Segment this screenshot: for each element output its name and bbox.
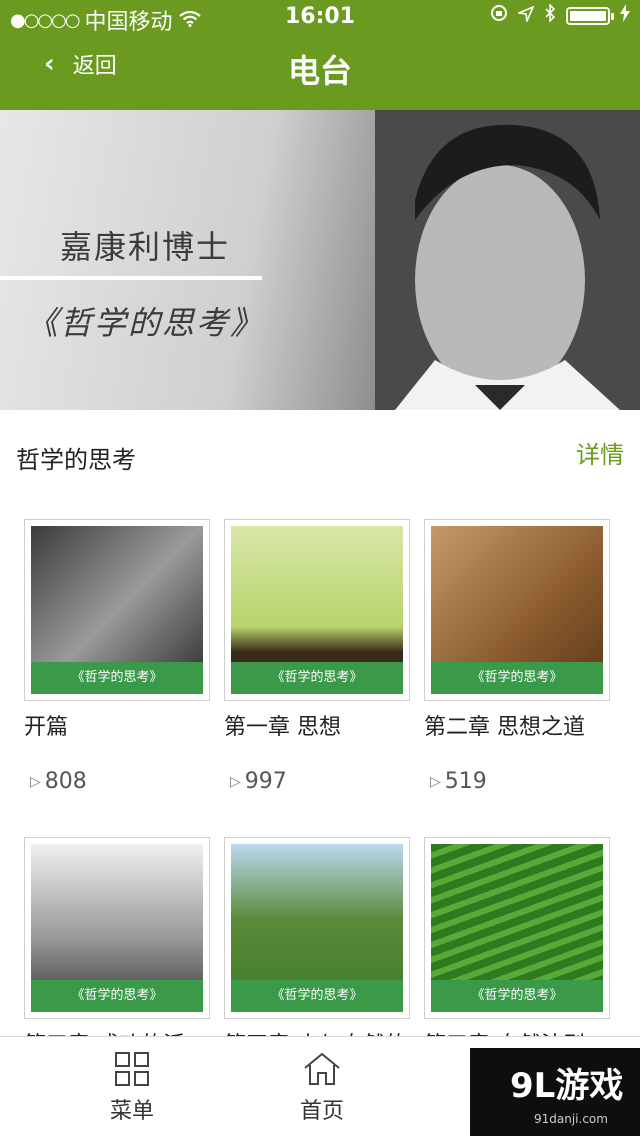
episode-card[interactable]: 《哲学的思考》 第一章 思想 ▷ 997	[224, 519, 410, 794]
nav-bar: ‹ 返回 电台	[0, 34, 640, 110]
section-title: 哲学的思考	[16, 446, 136, 474]
portrait-image	[375, 110, 640, 410]
episode-tag: 《哲学的思考》	[431, 980, 603, 1012]
grid-icon	[72, 1049, 192, 1089]
episode-thumbnail: 《哲学的思考》	[224, 837, 410, 1019]
episode-tag: 《哲学的思考》	[31, 980, 203, 1012]
episode-thumbnail: 《哲学的思考》	[24, 519, 210, 701]
episode-title: 第一章 思想	[224, 715, 341, 740]
episode-card[interactable]: 《哲学的思考》 第二章 思想之道 ▷ 519	[424, 519, 610, 794]
banner[interactable]: 嘉康利博士 《哲学的思考》	[0, 110, 640, 410]
banner-book-title: 《哲学的思考》	[26, 304, 265, 342]
tab-home-label: 首页	[299, 1099, 344, 1124]
episode-title: 开篇	[24, 715, 69, 740]
episode-tag: 《哲学的思考》	[31, 662, 203, 694]
play-icon: ▷	[30, 773, 41, 790]
tab-menu-label: 菜单	[109, 1099, 154, 1124]
watermark: 9L游戏 91danji.com	[470, 1048, 640, 1136]
episode-thumbnail: 《哲学的思考》	[24, 837, 210, 1019]
episode-tag: 《哲学的思考》	[231, 980, 403, 1012]
banner-divider	[0, 276, 262, 280]
status-right	[490, 3, 630, 28]
watermark-logo: 9L游戏	[510, 1066, 624, 1106]
location-icon	[516, 3, 535, 28]
play-count-value: 519	[444, 769, 487, 794]
play-count: ▷ 997	[230, 769, 287, 794]
home-icon	[262, 1049, 382, 1089]
episode-card[interactable]: 《哲学的思考》 开篇 ▷ 808	[24, 519, 210, 794]
episode-title: 第二章 思想之道	[424, 715, 585, 740]
page-title: 电台	[287, 52, 352, 90]
play-count: ▷ 808	[30, 769, 87, 794]
play-count: ▷ 519	[430, 769, 487, 794]
episode-tag: 《哲学的思考》	[231, 662, 403, 694]
episode-thumbnail: 《哲学的思考》	[224, 519, 410, 701]
episode-thumbnail: 《哲学的思考》	[424, 837, 610, 1019]
battery-icon	[566, 6, 614, 25]
play-icon: ▷	[230, 773, 241, 790]
play-count-value: 997	[244, 769, 287, 794]
episode-card[interactable]: 《哲学的思考》 第五章 自然法则	[424, 837, 610, 1059]
banner-author: 嘉康利博士	[60, 228, 231, 266]
tab-home[interactable]: 首页	[262, 1049, 382, 1125]
rotation-lock-icon	[490, 3, 508, 28]
play-icon: ▷	[430, 773, 441, 790]
header-bar: ●○○○○ 中国移动 16:01 ‹ 返回 电台	[0, 0, 640, 110]
tab-menu[interactable]: 菜单	[72, 1049, 192, 1125]
episode-tag: 《哲学的思考》	[431, 662, 603, 694]
charging-icon	[620, 3, 630, 28]
watermark-site: 91danji.com	[534, 1112, 608, 1126]
detail-link[interactable]: 详情	[576, 435, 624, 470]
episode-card[interactable]: 《哲学的思考》 第三章 成功的活	[24, 837, 210, 1059]
status-bar: ●○○○○ 中国移动 16:01	[0, 0, 640, 35]
bluetooth-icon	[544, 3, 556, 28]
episode-thumbnail: 《哲学的思考》	[424, 519, 610, 701]
episode-card[interactable]: 《哲学的思考》 第四章 人与自然的	[224, 837, 410, 1059]
play-count-value: 808	[44, 769, 87, 794]
